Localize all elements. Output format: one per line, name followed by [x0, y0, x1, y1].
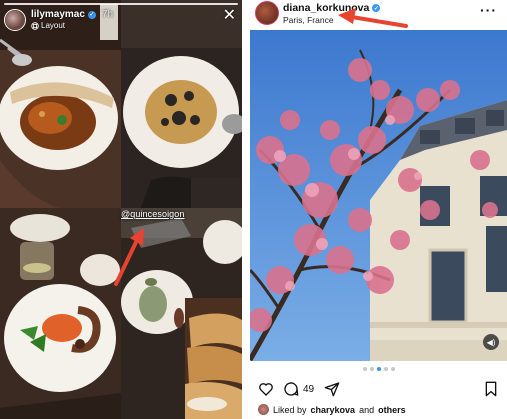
story-panel: lilymaymac ✓ 7h Layout ✕ @quincesoigon: [0, 0, 242, 419]
carousel-dots: [250, 367, 507, 371]
food-photo-risotto: [121, 0, 242, 208]
liker-avatar: [258, 404, 269, 415]
post-user-line: diana_korkunova ✓: [283, 2, 381, 14]
comment-icon[interactable]: [283, 381, 299, 397]
liked-by-prefix: Liked by: [273, 404, 307, 415]
post-location[interactable]: Paris, France: [283, 15, 334, 25]
food-photo-dip: [121, 208, 242, 419]
share-icon[interactable]: [324, 381, 340, 397]
liked-by-user[interactable]: charykova: [311, 405, 356, 415]
liked-by-and: and: [359, 404, 375, 415]
story-header: lilymaymac ✓ 7h Layout: [4, 9, 113, 31]
post-photo-cherry-blossom[interactable]: [250, 30, 507, 361]
comment-count: 49: [303, 384, 315, 395]
post-avatar[interactable]: [255, 1, 279, 25]
story-progress-bars: [4, 3, 238, 5]
food-photo-bread: [0, 0, 121, 208]
story-avatar[interactable]: [4, 9, 26, 31]
verified-icon: ✓: [372, 4, 381, 12]
close-icon[interactable]: ✕: [223, 8, 236, 24]
story-time: 7h: [101, 9, 114, 20]
food-photo-octopus: [0, 208, 121, 419]
story-user-line: lilymaymac ✓ 7h: [31, 9, 113, 20]
verified-icon: ✓: [87, 10, 96, 19]
story-location-tag[interactable]: @quincesoigon: [121, 209, 184, 219]
post-header: diana_korkunova ✓ Paris, France ···: [250, 0, 507, 30]
post-actions: 49: [250, 381, 507, 399]
story-layout-row[interactable]: Layout: [31, 21, 113, 30]
story-layout-label: Layout: [41, 21, 66, 30]
more-icon[interactable]: ···: [480, 2, 497, 18]
story-username[interactable]: lilymaymac: [31, 9, 85, 20]
layout-icon: [31, 21, 39, 30]
audio-icon[interactable]: ◀): [483, 334, 499, 350]
bookmark-icon[interactable]: [484, 381, 498, 397]
liked-by-others[interactable]: others: [378, 405, 406, 415]
liked-by-line: Liked by charykova and others: [258, 404, 406, 415]
post-username[interactable]: diana_korkunova: [283, 2, 369, 14]
heart-icon[interactable]: [258, 381, 274, 397]
post-panel: diana_korkunova ✓ Paris, France ··· ◀) 4…: [250, 0, 507, 419]
